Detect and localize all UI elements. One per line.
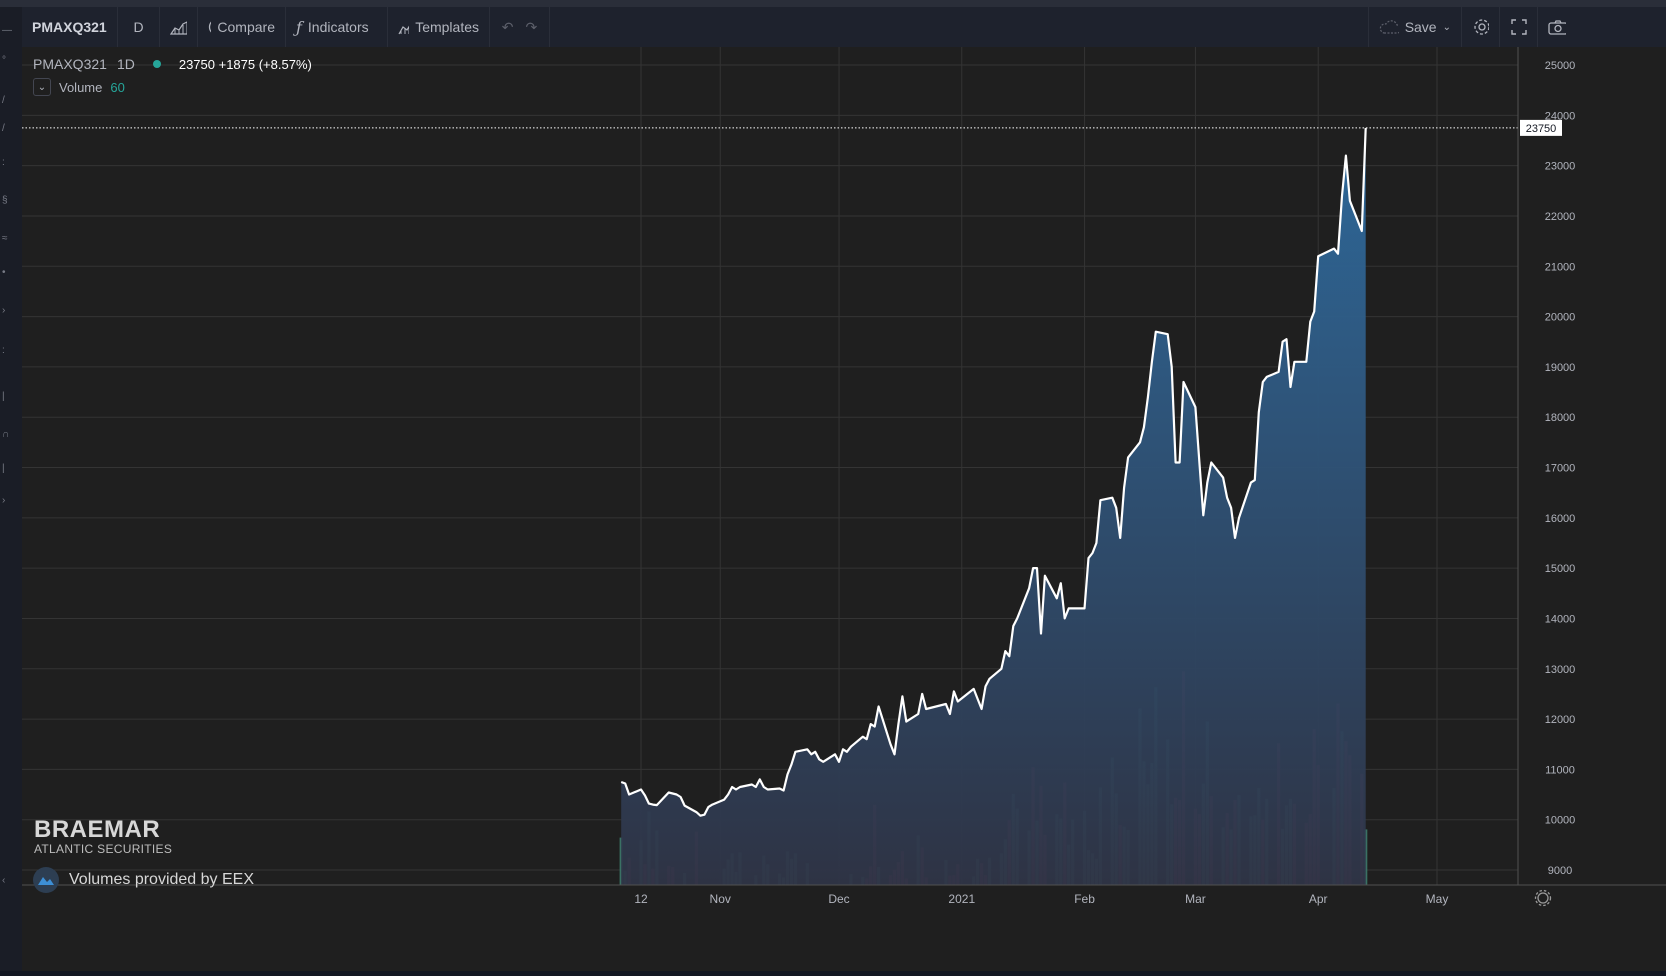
price-tick-label: 18000 [1545, 412, 1576, 424]
shape-tool-icon[interactable]: › [2, 306, 10, 316]
price-tick-label: 15000 [1545, 563, 1576, 575]
price-tick-label: 21000 [1545, 261, 1576, 273]
price-tick-label: 23000 [1545, 161, 1576, 173]
chevron-down-icon: ⌄ [1442, 21, 1451, 33]
settings-button[interactable] [1462, 7, 1500, 47]
templates-icon [398, 25, 410, 35]
fullscreen-icon [1510, 19, 1527, 35]
pattern-tool-icon[interactable]: § [2, 196, 10, 206]
function-icon: ƒ [296, 17, 302, 37]
symbol-label: PMAXQ321 [32, 19, 107, 35]
price-tick-label: 22000 [1545, 211, 1576, 223]
time-scale: 12 Nov Dec 2021 Feb Mar Apr May [634, 892, 1448, 906]
price-area-fill [621, 127, 1366, 885]
chart-type-button[interactable] [160, 7, 198, 47]
indicators-label: Indicators [307, 19, 369, 35]
top-toolbar: PMAXQ321 D Compare ƒ Indicators Template… [22, 7, 1666, 48]
screenshot-button[interactable] [1538, 7, 1576, 47]
brand-name: BRAEMAR [34, 816, 161, 843]
indicators-button[interactable]: ƒ Indicators [286, 7, 388, 47]
price-tick-label: 12000 [1545, 714, 1576, 726]
undo-redo-group: ↶ ↷ [490, 7, 550, 47]
lock-tool-icon[interactable]: | [2, 464, 10, 474]
price-tick-label: 19000 [1545, 362, 1576, 374]
symbol-search-button[interactable]: PMAXQ321 [22, 7, 118, 47]
crosshair-tool-icon[interactable]: ° [2, 56, 10, 66]
collapse-panel-icon[interactable]: ‹ [2, 876, 10, 886]
time-tick-label: May [1426, 892, 1449, 906]
save-label: Save [1404, 19, 1437, 35]
measure-tool-icon[interactable]: : [2, 346, 10, 356]
price-tick-label: 25000 [1545, 60, 1576, 72]
legend-symbol: PMAXQ321 [33, 56, 107, 72]
data-provider-note: Volumes provided by EEX [33, 867, 254, 893]
drawing-toolbar: — ° / / : § ≈ • › : | ∩ | › ‹ [0, 7, 23, 971]
trendline-tool-icon[interactable]: / [2, 96, 10, 106]
time-tick-label: Dec [828, 892, 849, 906]
last-price-text: 23750 [1526, 123, 1557, 135]
braemar-logo: BRAEMAR ATLANTIC SECURITIES [34, 816, 173, 857]
fullscreen-button[interactable] [1500, 7, 1538, 47]
fib-tool-icon[interactable]: : [2, 158, 10, 168]
eex-logo-icon [33, 867, 59, 893]
volume-value: 60 [110, 79, 125, 95]
redo-icon[interactable]: ↷ [526, 19, 538, 36]
save-button[interactable]: Save ⌄ [1368, 7, 1462, 47]
cloud-icon [1379, 20, 1399, 34]
price-tick-label: 16000 [1545, 513, 1576, 525]
series-legend: PMAXQ321 1D 23750 +1875 (+8.57%) [33, 56, 312, 72]
price-tick-label: 20000 [1545, 312, 1576, 324]
time-tick-label: Feb [1074, 892, 1095, 906]
interval-button[interactable]: D [118, 7, 160, 47]
volume-legend: ⌄ Volume 60 [33, 78, 125, 96]
price-tick-label: 9000 [1548, 865, 1572, 877]
time-tick-label: Mar [1185, 892, 1206, 906]
time-tick-label: 12 [634, 892, 648, 906]
price-tick-label: 11000 [1545, 764, 1575, 776]
zoom-tool-icon[interactable]: | [2, 392, 10, 402]
price-tick-label: 13000 [1545, 664, 1576, 676]
interval-label: D [133, 19, 144, 35]
area-chart-icon [170, 21, 187, 35]
templates-label: Templates [415, 19, 479, 35]
volume-label: Volume [59, 79, 103, 95]
price-tick-label: 14000 [1545, 613, 1576, 625]
time-tick-label: Apr [1309, 892, 1328, 906]
templates-button[interactable]: Templates [388, 7, 490, 47]
magnet-tool-icon[interactable]: ∩ [2, 430, 10, 440]
chart-area[interactable]: 9000 10000 11000 12000 13000 14000 15000 16000 1… [22, 47, 1666, 971]
price-tick-label: 10000 [1545, 815, 1576, 827]
price-tick-label: 17000 [1545, 463, 1576, 475]
compare-button[interactable]: Compare [198, 7, 286, 47]
prediction-tool-icon[interactable]: ≈ [2, 234, 10, 244]
compare-label: Compare [217, 19, 275, 35]
pen-tool-icon[interactable]: / [2, 124, 10, 134]
text-tool-icon[interactable]: • [2, 268, 10, 278]
market-status-dot [152, 60, 161, 68]
window-top-strip [0, 0, 1666, 7]
camera-icon [1548, 20, 1566, 35]
cursor-tool-icon[interactable]: — [2, 26, 12, 36]
price-scale-background [1518, 47, 1666, 971]
last-price-label: 23750 [1520, 119, 1562, 136]
legend-interval: 1D [116, 56, 135, 72]
undo-icon[interactable]: ↶ [502, 19, 514, 36]
hide-tool-icon[interactable]: › [2, 496, 10, 506]
collapse-chevron-icon[interactable]: ⌄ [33, 78, 51, 96]
price-chart[interactable]: 9000 10000 11000 12000 13000 14000 15000 16000 1… [22, 47, 1666, 971]
legend-value: 23750 +1875 (+8.57%) [178, 56, 312, 72]
plus-circle-icon [208, 21, 212, 33]
time-tick-label: 2021 [948, 892, 975, 906]
gear-icon [1474, 19, 1489, 35]
brand-subtitle: ATLANTIC SECURITIES [34, 842, 173, 856]
time-tick-label: Nov [710, 892, 731, 906]
provider-text: Volumes provided by EEX [69, 871, 254, 888]
